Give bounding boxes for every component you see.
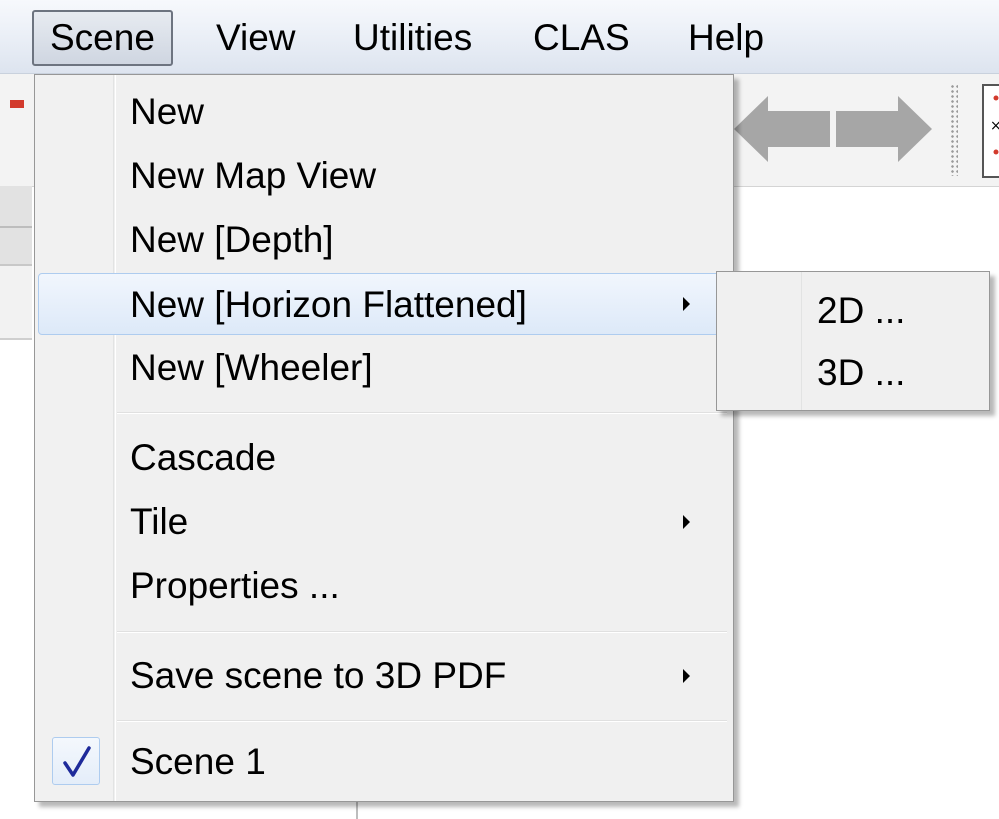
- menu-utilities[interactable]: Utilities: [337, 10, 488, 66]
- menu-item-label: New [Horizon Flattened]: [130, 284, 527, 325]
- menu-item-cascade[interactable]: Cascade: [38, 427, 730, 489]
- menu-item-new-wheeler[interactable]: New [Wheeler]: [38, 337, 730, 399]
- scene-thumbnail-icon[interactable]: ×: [982, 84, 999, 178]
- menu-item-tile[interactable]: Tile: [38, 491, 730, 553]
- submenu-arrow-icon: [683, 515, 690, 529]
- menu-item-label: New: [130, 91, 205, 132]
- scene-menu-dropdown: New New Map View New [Depth] New [Horizo…: [34, 74, 734, 802]
- menu-item-label: New [Depth]: [130, 219, 334, 260]
- submenu-arrow-icon: [683, 669, 690, 683]
- menu-item-label: New [Wheeler]: [130, 347, 373, 388]
- panel-divider: [356, 800, 358, 819]
- submenu-item-2d[interactable]: 2D ...: [717, 280, 987, 342]
- submenu-item-label: 2D ...: [817, 290, 906, 331]
- menu-item-label: Save scene to 3D PDF: [130, 655, 507, 696]
- menu-item-label: Properties ...: [130, 565, 340, 606]
- menu-help[interactable]: Help: [672, 10, 780, 66]
- submenu-item-label: 3D ...: [817, 352, 906, 393]
- menu-item-save-3d-pdf[interactable]: Save scene to 3D PDF: [38, 645, 730, 707]
- menu-separator: [117, 412, 727, 414]
- menu-item-label: Scene 1: [130, 741, 266, 782]
- menu-view[interactable]: View: [200, 10, 312, 66]
- svg-text:×: ×: [990, 118, 999, 134]
- menu-item-new-depth[interactable]: New [Depth]: [38, 209, 730, 271]
- menu-item-new-map-view[interactable]: New Map View: [38, 145, 730, 207]
- menu-item-scene-1[interactable]: Scene 1: [38, 731, 730, 793]
- menu-clas[interactable]: CLAS: [517, 10, 646, 66]
- menu-item-new-horizon-flattened[interactable]: New [Horizon Flattened]: [38, 273, 730, 335]
- left-panel-tab: [0, 266, 32, 340]
- submenu-item-3d[interactable]: 3D ...: [717, 342, 987, 404]
- arrow-left-icon[interactable]: [734, 96, 830, 162]
- horizon-flattened-submenu: 2D ... 3D ...: [716, 271, 990, 411]
- arrow-right-icon[interactable]: [836, 96, 932, 162]
- menu-bar: Scene View Utilities CLAS Help: [0, 0, 999, 74]
- toolbar-grip[interactable]: [950, 84, 958, 176]
- menu-item-label: Tile: [130, 501, 189, 542]
- toolbar-red-icon: [10, 100, 24, 108]
- menu-item-label: New Map View: [130, 155, 377, 196]
- menu-separator: [117, 631, 727, 633]
- menu-scene[interactable]: Scene: [32, 10, 173, 66]
- menu-separator: [117, 720, 727, 722]
- checkmark-box: [52, 737, 100, 785]
- menu-item-new[interactable]: New: [38, 81, 730, 143]
- submenu-arrow-icon: [683, 297, 690, 311]
- checkmark-icon: [63, 746, 91, 777]
- menu-item-properties[interactable]: Properties ...: [38, 555, 730, 617]
- menu-item-label: Cascade: [130, 437, 277, 478]
- left-panel-divider: [0, 226, 32, 228]
